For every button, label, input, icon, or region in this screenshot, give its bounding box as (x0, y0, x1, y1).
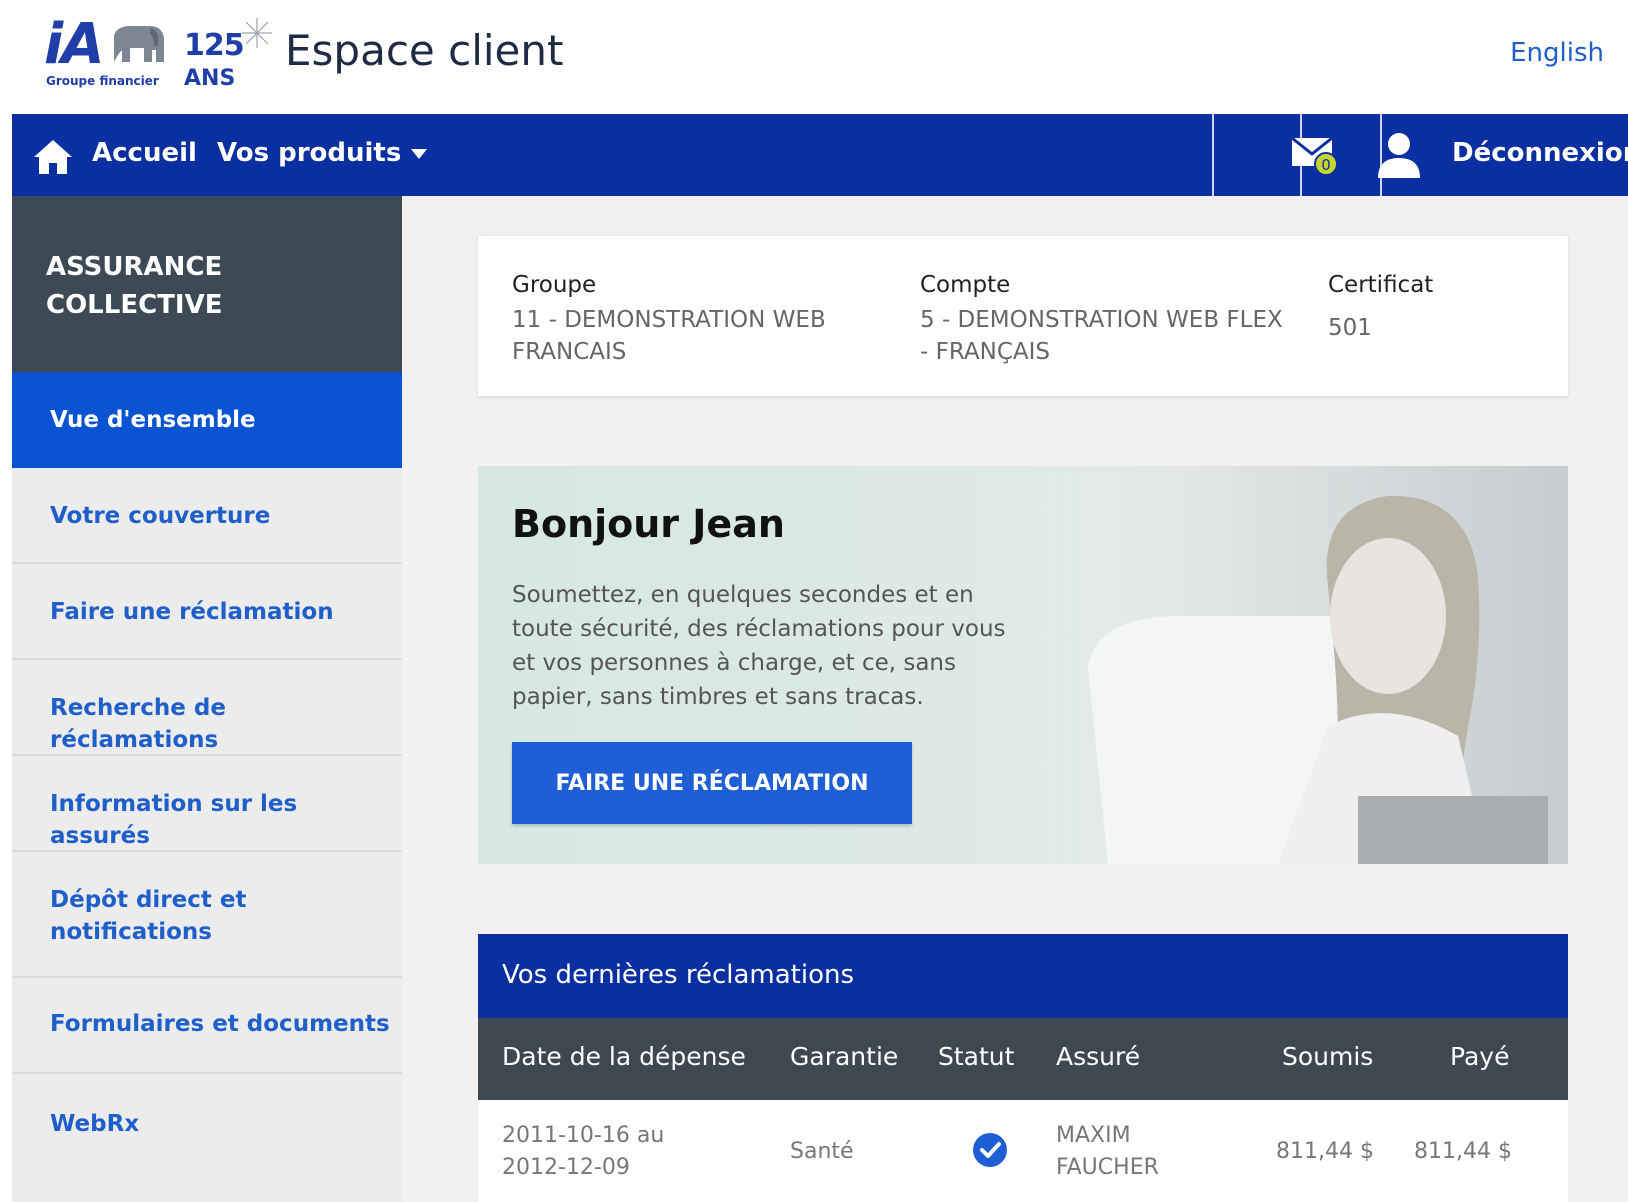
sidebar-item-vue-ensemble[interactable]: Vue d'ensemble (12, 372, 424, 468)
logout-button[interactable]: Déconnexion (1452, 138, 1628, 168)
sidebar-section-title: ASSURANCE COLLECTIVE (46, 252, 223, 320)
sidebar-item-label: Faire une réclamation (50, 599, 334, 625)
claim-soumis: 811,44 $ (1276, 1139, 1374, 1164)
home-icon[interactable] (32, 138, 74, 176)
header: iA 125 ANS Groupe financier Espace clien… (0, 0, 1628, 114)
column-header-garantie[interactable]: Garantie (790, 1042, 898, 1071)
logo-ia-text: iA (44, 12, 105, 77)
sidebar-item-label: Vue d'ensemble (50, 407, 256, 433)
claims-title: Vos dernières réclamations (502, 960, 855, 990)
groupe-field: Groupe 11 - DEMONSTRATION WEB FRANCAIS (512, 272, 892, 368)
sidebar-item-label: WebRx (50, 1111, 140, 1137)
nav-accueil[interactable]: Accueil (92, 138, 197, 168)
claims-header: Vos dernières réclamations (478, 934, 1568, 1018)
recent-claims-table: Vos dernières réclamations Date de la dé… (478, 934, 1568, 1202)
table-row[interactable]: 2011-10-16 au 2012-12-09 Santé MAXIM FAU… (478, 1100, 1568, 1202)
sparkle-icon (242, 18, 272, 48)
account-info-card: Groupe 11 - DEMONSTRATION WEB FRANCAIS C… (478, 236, 1568, 396)
column-header-date[interactable]: Date de la dépense (502, 1042, 746, 1071)
woman-photo (1028, 466, 1568, 864)
mail-icon[interactable]: 0 (1290, 132, 1340, 178)
logo-groupe-text: Groupe financier (46, 74, 159, 88)
sidebar-item-label: Dépôt direct et notifications (50, 887, 247, 945)
claim-paye: 811,44 $ (1414, 1139, 1512, 1164)
claim-date: 2011-10-16 au 2012-12-09 (502, 1123, 665, 1180)
logo-125-text: 125 (184, 28, 245, 63)
hero-greeting: Bonjour Jean (512, 502, 785, 546)
main-content: Groupe 11 - DEMONSTRATION WEB FRANCAIS C… (402, 196, 1628, 1202)
mail-count-badge: 0 (1321, 156, 1331, 174)
groupe-value: 11 - DEMONSTRATION WEB FRANCAIS (512, 307, 826, 365)
hero-description: Soumettez, en quelques secondes et en to… (512, 582, 1006, 710)
nav-vos-produits[interactable]: Vos produits (217, 138, 428, 168)
claims-column-headers: Date de la dépense Garantie Statut Assur… (478, 1018, 1568, 1100)
sidebar: ASSURANCE COLLECTIVE Vue d'ensemble Votr… (12, 196, 424, 1202)
caret-down-icon (411, 148, 428, 159)
sidebar-item-label: Votre couverture (50, 503, 271, 529)
compte-label: Compte (920, 272, 1011, 298)
sidebar-item-formulaires-documents[interactable]: Formulaires et documents (12, 978, 402, 1074)
claim-garantie: Santé (790, 1139, 854, 1164)
column-header-paye[interactable]: Payé (1450, 1042, 1509, 1071)
groupe-label: Groupe (512, 272, 597, 298)
check-circle-icon (973, 1133, 1007, 1167)
sidebar-item-faire-reclamation[interactable]: Faire une réclamation (12, 564, 402, 660)
sidebar-item-votre-couverture[interactable]: Votre couverture (12, 468, 402, 564)
elephant-icon (114, 26, 164, 62)
compte-value: 5 - DEMONSTRATION WEB FLEX - FRANÇAIS (920, 307, 1283, 365)
sidebar-item-label: Information sur les assurés (50, 791, 298, 849)
column-header-soumis[interactable]: Soumis (1282, 1042, 1373, 1071)
sidebar-item-label: Formulaires et documents (50, 1011, 390, 1037)
welcome-banner: Bonjour Jean Soumettez, en quelques seco… (478, 466, 1568, 864)
column-header-assure[interactable]: Assuré (1056, 1042, 1140, 1071)
main-navbar: Accueil Vos produits 0 Déconnexion (12, 114, 1628, 196)
sidebar-item-recherche-reclamations[interactable]: Recherche de réclamations (12, 660, 402, 756)
compte-field: Compte 5 - DEMONSTRATION WEB FLEX - FRAN… (920, 272, 1300, 368)
column-header-statut[interactable]: Statut (938, 1042, 1014, 1071)
app-title: Espace client (285, 26, 564, 75)
certificat-field: Certificat 501 (1328, 272, 1548, 344)
sidebar-item-information-assures[interactable]: Information sur les assurés (12, 756, 402, 852)
claim-assure: MAXIM FAUCHER (1056, 1123, 1159, 1180)
user-icon[interactable] (1374, 130, 1424, 180)
certificat-value: 501 (1328, 315, 1372, 341)
logo-ans-text: ANS (184, 66, 236, 91)
sidebar-section-header: ASSURANCE COLLECTIVE (12, 196, 402, 372)
sidebar-item-label: Recherche de réclamations (50, 695, 226, 753)
sidebar-item-webrx[interactable]: WebRx (12, 1074, 402, 1202)
faire-reclamation-button[interactable]: FAIRE UNE RÉCLAMATION (512, 742, 912, 824)
nav-divider (1212, 114, 1214, 196)
nav-vos-produits-label: Vos produits (217, 138, 402, 168)
sidebar-item-depot-direct[interactable]: Dépôt direct et notifications (12, 852, 402, 978)
certificat-label: Certificat (1328, 272, 1434, 298)
ia-logo[interactable]: iA 125 ANS Groupe financier (44, 12, 272, 91)
language-link[interactable]: English (1510, 38, 1604, 68)
